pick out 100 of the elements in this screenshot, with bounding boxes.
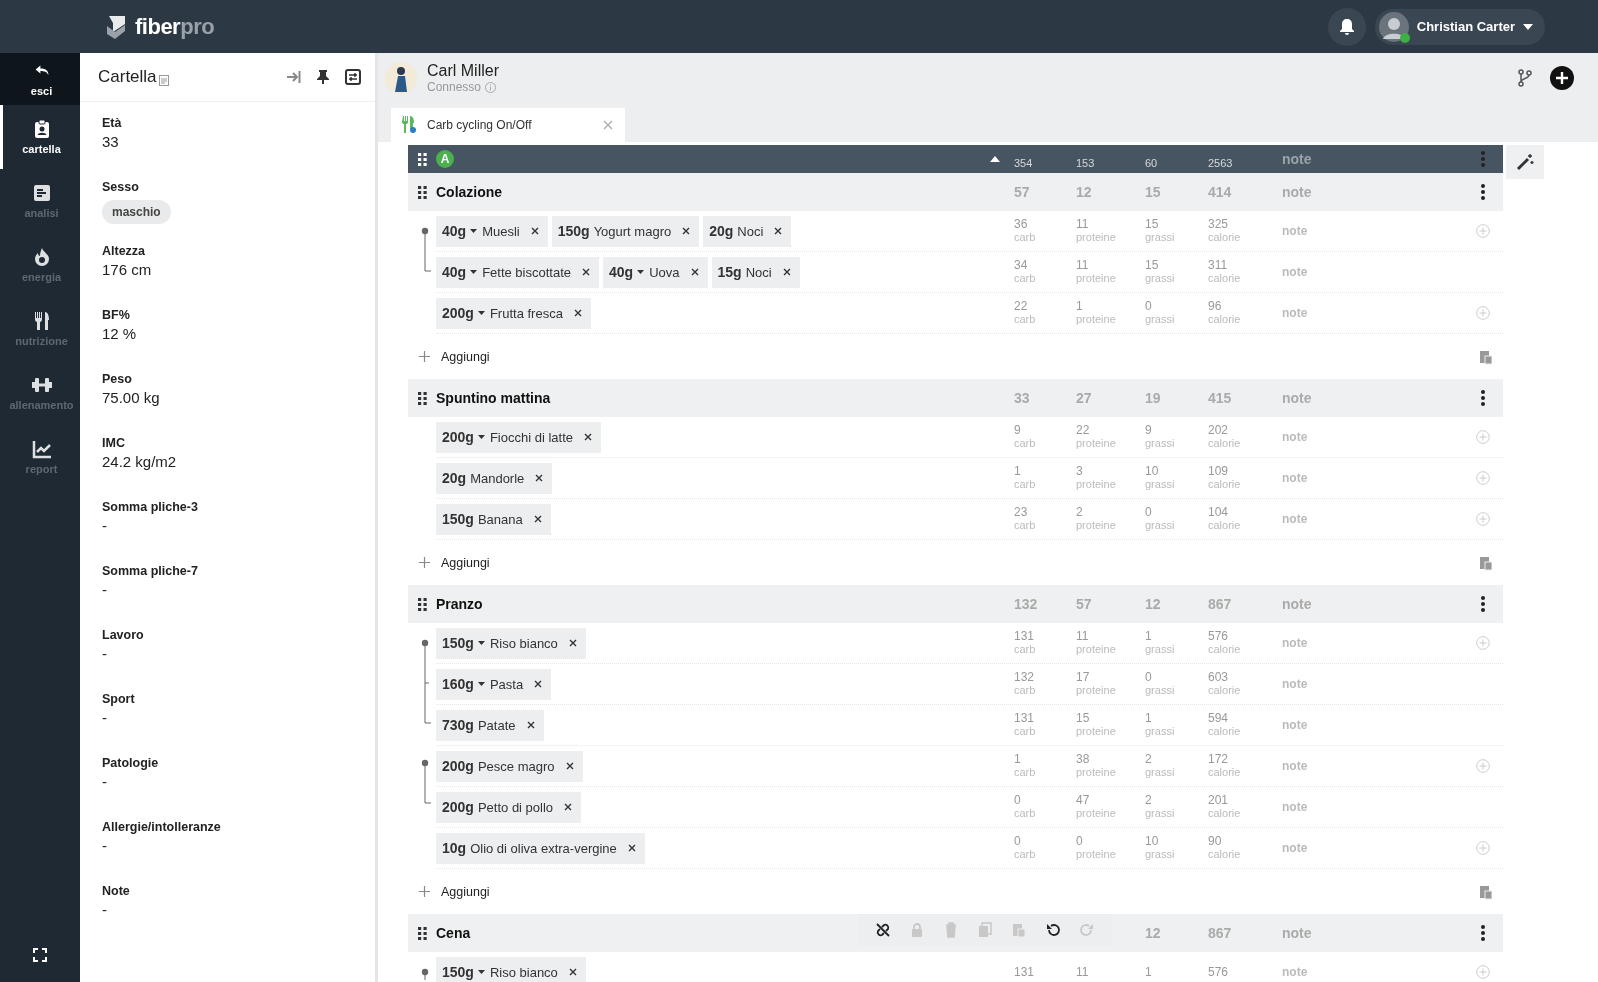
caret-icon[interactable] [477,682,485,686]
nav-item[interactable]: esci [0,53,80,105]
paste-icon[interactable] [1478,554,1492,571]
food-chip[interactable]: 150g Riso bianco [436,627,586,659]
branch-icon[interactable] [1518,69,1532,87]
caret-icon[interactable] [477,970,485,974]
expand-icon[interactable] [33,948,47,962]
drag-handle-icon[interactable] [418,391,427,405]
remove-icon[interactable] [535,474,544,482]
sliders-icon[interactable] [345,69,361,85]
food-chip[interactable]: 40g Uova [603,256,708,288]
nutrient-value: 1 [1076,300,1084,313]
remove-icon[interactable] [533,515,542,523]
food-name: Mandorle [470,470,525,486]
link-connector [421,227,432,272]
food-chip[interactable]: 20g Mandorle [436,462,553,494]
pin-icon[interactable] [317,70,329,84]
food-quantity: 40g [609,264,634,280]
drag-handle-icon[interactable] [418,185,427,199]
food-chip[interactable]: 150g Banana [436,503,551,535]
more-icon[interactable] [1481,184,1485,200]
collapse-icon[interactable] [287,71,301,83]
nutrient-value: 576 [1208,630,1230,643]
remove-icon[interactable] [568,639,577,647]
food-chip[interactable]: 20g Noci [703,215,792,247]
remove-icon[interactable] [568,968,577,976]
add-food-button[interactable]: Aggiungi [408,884,490,899]
field-label: Altezza [102,243,146,259]
meal-total: 15 [1145,184,1162,200]
remove-icon[interactable] [573,309,582,317]
remove-icon[interactable] [565,762,574,770]
more-icon[interactable] [1481,925,1485,941]
caret-icon[interactable] [637,270,645,274]
remove-icon[interactable] [564,803,573,811]
more-icon[interactable] [1481,596,1485,612]
food-chip[interactable]: 150g Yogurt magro [551,215,700,247]
plan-tab[interactable]: Carb cycling On/Off [391,108,625,142]
caret-up-icon[interactable] [990,156,1000,162]
caret-icon[interactable] [470,229,478,233]
food-chip[interactable]: 160g Pasta [436,668,552,700]
field-label: Patologie [102,755,159,771]
food-chip[interactable]: 200g Frutta fresca [436,297,591,329]
nutrient-value: 0 [1145,671,1153,684]
nutrient-unit: calorie [1208,848,1242,861]
nutrient-value: 0 [1014,835,1022,848]
nutrient-value: 1 [1145,712,1153,725]
food-chip[interactable]: 40g Fette biscottate [436,256,599,288]
nutrient-value: 1 [1145,630,1153,643]
food-chip[interactable]: 10g Olio di oliva extra-vergine [436,832,645,864]
remove-icon[interactable] [584,433,592,441]
nutrient-unit: carb [1014,313,1037,326]
link-connector [421,759,432,804]
remove-icon[interactable] [582,268,590,276]
drag-handle-icon[interactable] [418,597,427,611]
nutrient-unit: carb [1014,766,1037,779]
food-chip[interactable]: 730g Patate [436,709,544,741]
patient-name: Carl Miller [427,62,499,80]
field-label: Somma pliche-3 [102,499,198,515]
nutrient-unit: calorie [1208,643,1242,656]
panel-title: Cartella [98,67,157,87]
user-menu[interactable]: Christian Carter [1374,8,1545,45]
food-chip[interactable]: 200g Petto di pollo [436,791,582,823]
caret-icon[interactable] [477,435,485,439]
food-chip[interactable]: 200g Pesce magro [436,750,583,782]
add-button[interactable] [1550,66,1574,90]
field-label: Somma pliche-7 [102,563,198,579]
food-name: Yogurt magro [593,223,672,239]
remove-icon[interactable] [526,721,535,729]
caret-icon[interactable] [470,270,478,274]
caret-icon[interactable] [477,311,485,315]
nutrient-value: 15 [1076,712,1091,725]
drag-handle-icon[interactable] [418,152,427,166]
nutrient-value: 109 [1208,465,1230,478]
food-chip[interactable]: 40g Muesli [436,215,548,247]
remove-icon[interactable] [774,227,783,235]
remove-icon[interactable] [782,268,791,276]
food-chip[interactable]: 15g Noci [711,256,800,288]
remove-icon[interactable] [627,844,636,852]
remove-icon[interactable] [690,268,699,276]
food-chip[interactable]: 200g Fiocchi di latte [436,421,601,453]
remove-icon[interactable] [530,227,539,235]
drag-handle-icon[interactable] [418,926,427,940]
magic-wand-icon[interactable] [1516,153,1534,171]
nutrient-value: 1 [1014,753,1022,766]
nutrient-value: 22 [1076,424,1091,437]
paste-icon[interactable] [1478,348,1492,365]
remove-icon[interactable] [534,680,543,688]
food-name: Riso bianco [489,635,558,651]
add-food-button[interactable]: Aggiungi [408,555,490,570]
nutrient-value: 9 [1145,424,1153,437]
food-chip[interactable]: 150g Riso bianco [436,956,586,982]
add-food-button[interactable]: Aggiungi [408,349,490,364]
caret-icon[interactable] [477,641,485,645]
dumbbell-icon [31,375,52,395]
notifications-button[interactable] [1327,7,1366,46]
remove-icon[interactable] [682,227,691,235]
more-icon[interactable] [1481,390,1485,406]
nutrient-unit: proteine [1076,766,1117,779]
nutrient-value: 1 [1145,965,1153,979]
paste-icon[interactable] [1478,883,1492,900]
